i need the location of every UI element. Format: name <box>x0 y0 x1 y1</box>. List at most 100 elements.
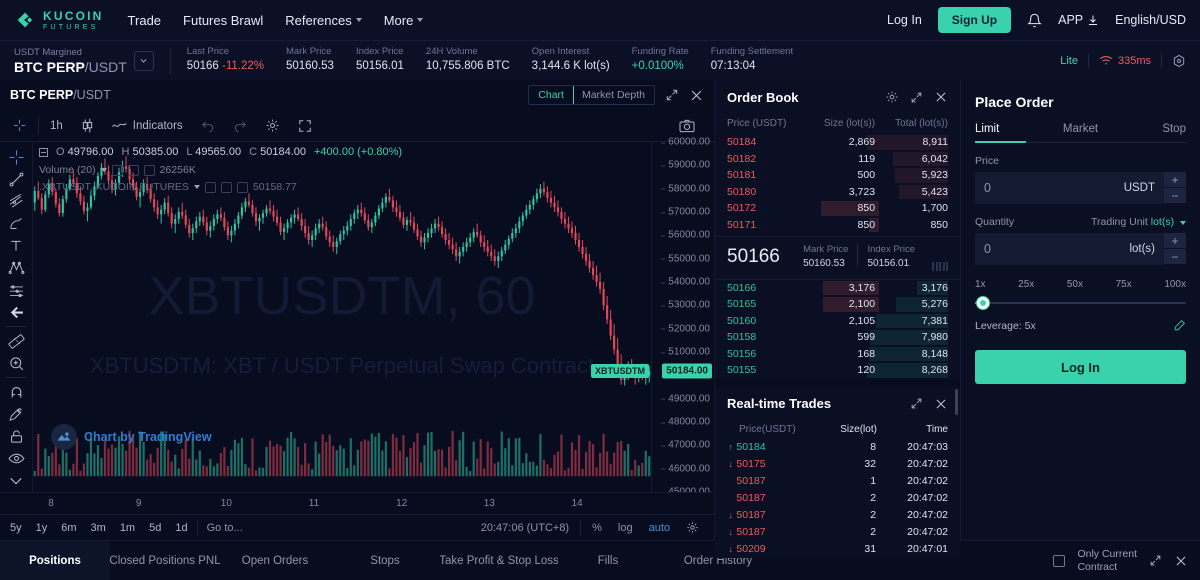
text-tool-icon[interactable] <box>3 235 29 257</box>
arrow-tool-icon[interactable] <box>3 301 29 323</box>
candle-type-icon[interactable] <box>72 113 103 139</box>
price-input[interactable]: 0 USDT <box>975 172 1164 204</box>
orderbook-row[interactable]: 50172 850 1,700 <box>715 200 960 217</box>
close-icon[interactable] <box>236 181 248 193</box>
orderbook-row[interactable]: 50160 2,105 7,381 <box>715 313 960 330</box>
nav-item-references[interactable]: References <box>285 13 362 28</box>
tab-market[interactable]: Market <box>1045 123 1115 142</box>
lite-mode-toggle[interactable]: Lite <box>1060 55 1078 67</box>
tab-chart[interactable]: Chart <box>529 86 574 104</box>
collapse-toolbar-icon[interactable] <box>3 470 29 492</box>
gear-icon[interactable] <box>127 164 139 176</box>
symbol-dropdown-button[interactable] <box>133 50 154 71</box>
orderbook-row[interactable]: 50155 120 8,268 <box>715 362 960 379</box>
nav-item-more[interactable]: More <box>384 13 424 28</box>
bottom-close-icon[interactable] <box>1174 554 1188 568</box>
undo-icon[interactable] <box>192 113 224 139</box>
nav-item-trade[interactable]: Trade <box>128 13 161 28</box>
only-current-contract-checkbox[interactable] <box>1053 554 1066 567</box>
trades-expand-icon[interactable] <box>910 397 923 410</box>
zoom-in-icon[interactable] <box>3 352 29 374</box>
symbol-selector[interactable]: USDT Margined BTC PERP/USDT <box>14 45 154 76</box>
legend-collapse-icon[interactable] <box>39 147 48 157</box>
gear-icon[interactable] <box>220 181 232 193</box>
orderbook-expand-icon[interactable] <box>910 91 923 104</box>
fullscreen-icon[interactable] <box>289 113 321 139</box>
bottom-tab-positions[interactable]: Positions <box>0 540 110 580</box>
price-axis[interactable]: 60000.00 59000.00 58000.00 57000.00 56000.00… <box>651 137 714 498</box>
login-button[interactable]: Log In <box>887 13 922 27</box>
redo-icon[interactable] <box>224 113 256 139</box>
orderbook-row[interactable]: 50166 3,176 3,176 <box>715 280 960 297</box>
interval-selector[interactable]: 1h <box>41 113 72 139</box>
tab-limit[interactable]: Limit <box>975 123 1045 143</box>
edit-leverage-icon[interactable] <box>1173 319 1186 332</box>
goto-date-button[interactable]: Go to... <box>200 518 250 538</box>
submit-order-button[interactable]: Log In <box>975 350 1186 384</box>
drawing-mode-lock-icon[interactable] <box>3 403 29 425</box>
bottom-tab-fills[interactable]: Fills <box>558 541 658 580</box>
range-5y[interactable]: 5y <box>3 518 29 538</box>
tab-market-depth[interactable]: Market Depth <box>573 86 654 104</box>
lock-drawings-icon[interactable] <box>3 425 29 447</box>
price-decrement-button[interactable]: − <box>1164 188 1186 204</box>
measure-ruler-icon[interactable] <box>3 330 29 352</box>
patterns-tool-icon[interactable] <box>3 257 29 279</box>
trades-scrollbar[interactable] <box>955 388 958 415</box>
hide-drawings-eye-icon[interactable] <box>3 448 29 470</box>
leverage-slider[interactable] <box>975 296 1186 310</box>
price-increment-button[interactable]: + <box>1164 172 1186 188</box>
trend-line-tool-icon[interactable] <box>3 168 29 190</box>
crosshair-tool-icon[interactable] <box>3 146 29 168</box>
crosshair-tool-icon[interactable] <box>3 113 36 139</box>
orderbook-row[interactable]: 50171 850 850 <box>715 217 960 234</box>
notification-bell-icon[interactable] <box>1027 13 1042 28</box>
range-3m[interactable]: 3m <box>84 518 113 538</box>
orderbook-settings-gear-icon[interactable] <box>885 90 899 104</box>
chart-footer-settings-gear-icon[interactable] <box>679 518 706 538</box>
quantity-decrement-button[interactable]: − <box>1164 249 1186 265</box>
pitchfork-tool-icon[interactable] <box>3 212 29 234</box>
auto-scale-toggle[interactable]: auto <box>642 518 677 538</box>
bottom-tab-open-orders[interactable]: Open Orders <box>220 541 330 580</box>
percent-scale-toggle[interactable]: % <box>585 518 609 538</box>
indicators-button[interactable]: Indicators <box>103 113 192 139</box>
orderbook-row[interactable]: 50184 2,869 8,911 <box>715 134 960 151</box>
range-5d[interactable]: 5d <box>142 518 168 538</box>
range-6m[interactable]: 6m <box>54 518 83 538</box>
trades-close-icon[interactable] <box>934 397 948 411</box>
orderbook-close-icon[interactable] <box>934 90 948 104</box>
orderbook-row[interactable]: 50158 599 7,980 <box>715 329 960 346</box>
tab-stop[interactable]: Stop <box>1116 123 1186 142</box>
magnet-mode-icon[interactable] <box>3 381 29 403</box>
range-1m[interactable]: 1m <box>113 518 142 538</box>
bottom-tab-stops[interactable]: Stops <box>330 541 440 580</box>
trading-unit-selector[interactable]: Trading Unit lot(s) <box>1091 216 1186 228</box>
orderbook-row[interactable]: 50181 500 5,923 <box>715 167 960 184</box>
screenshot-camera-icon[interactable] <box>670 113 704 139</box>
chevron-down-icon[interactable] <box>193 185 200 189</box>
time-axis[interactable]: 8 9 10 11 12 13 14 <box>0 492 714 514</box>
forecast-tool-icon[interactable] <box>3 279 29 301</box>
close-icon[interactable] <box>689 88 704 103</box>
settings-gear-icon[interactable] <box>1172 54 1186 68</box>
bottom-tab-closed-positions-pnl[interactable]: Closed Positions PNL <box>110 541 220 580</box>
slider-knob[interactable] <box>977 297 990 309</box>
tradingview-attribution[interactable]: Chart by TradingView <box>51 424 212 450</box>
fib-retracement-tool-icon[interactable] <box>3 190 29 212</box>
language-currency-selector[interactable]: English/USD <box>1115 13 1186 27</box>
orderbook-row[interactable]: 50165 2,100 5,276 <box>715 296 960 313</box>
eye-icon[interactable] <box>204 181 216 193</box>
range-1d[interactable]: 1d <box>168 518 194 538</box>
chart-settings-gear-icon[interactable] <box>256 113 289 139</box>
quantity-increment-button[interactable]: + <box>1164 233 1186 249</box>
app-download-button[interactable]: APP <box>1058 13 1099 27</box>
orderbook-row[interactable]: 50156 168 8,148 <box>715 346 960 363</box>
kucoin-futures-logo[interactable]: KUCOIN FUTURES <box>14 9 104 31</box>
chevron-down-icon[interactable] <box>100 168 107 172</box>
range-1y[interactable]: 1y <box>29 518 55 538</box>
signup-button[interactable]: Sign Up <box>937 7 1012 33</box>
log-scale-toggle[interactable]: log <box>611 518 640 538</box>
chart-canvas[interactable]: XBTUSDTM, 60 XBTUSDTM: XBT / USDT Perpet… <box>33 142 651 492</box>
bottom-expand-icon[interactable] <box>1149 554 1162 567</box>
